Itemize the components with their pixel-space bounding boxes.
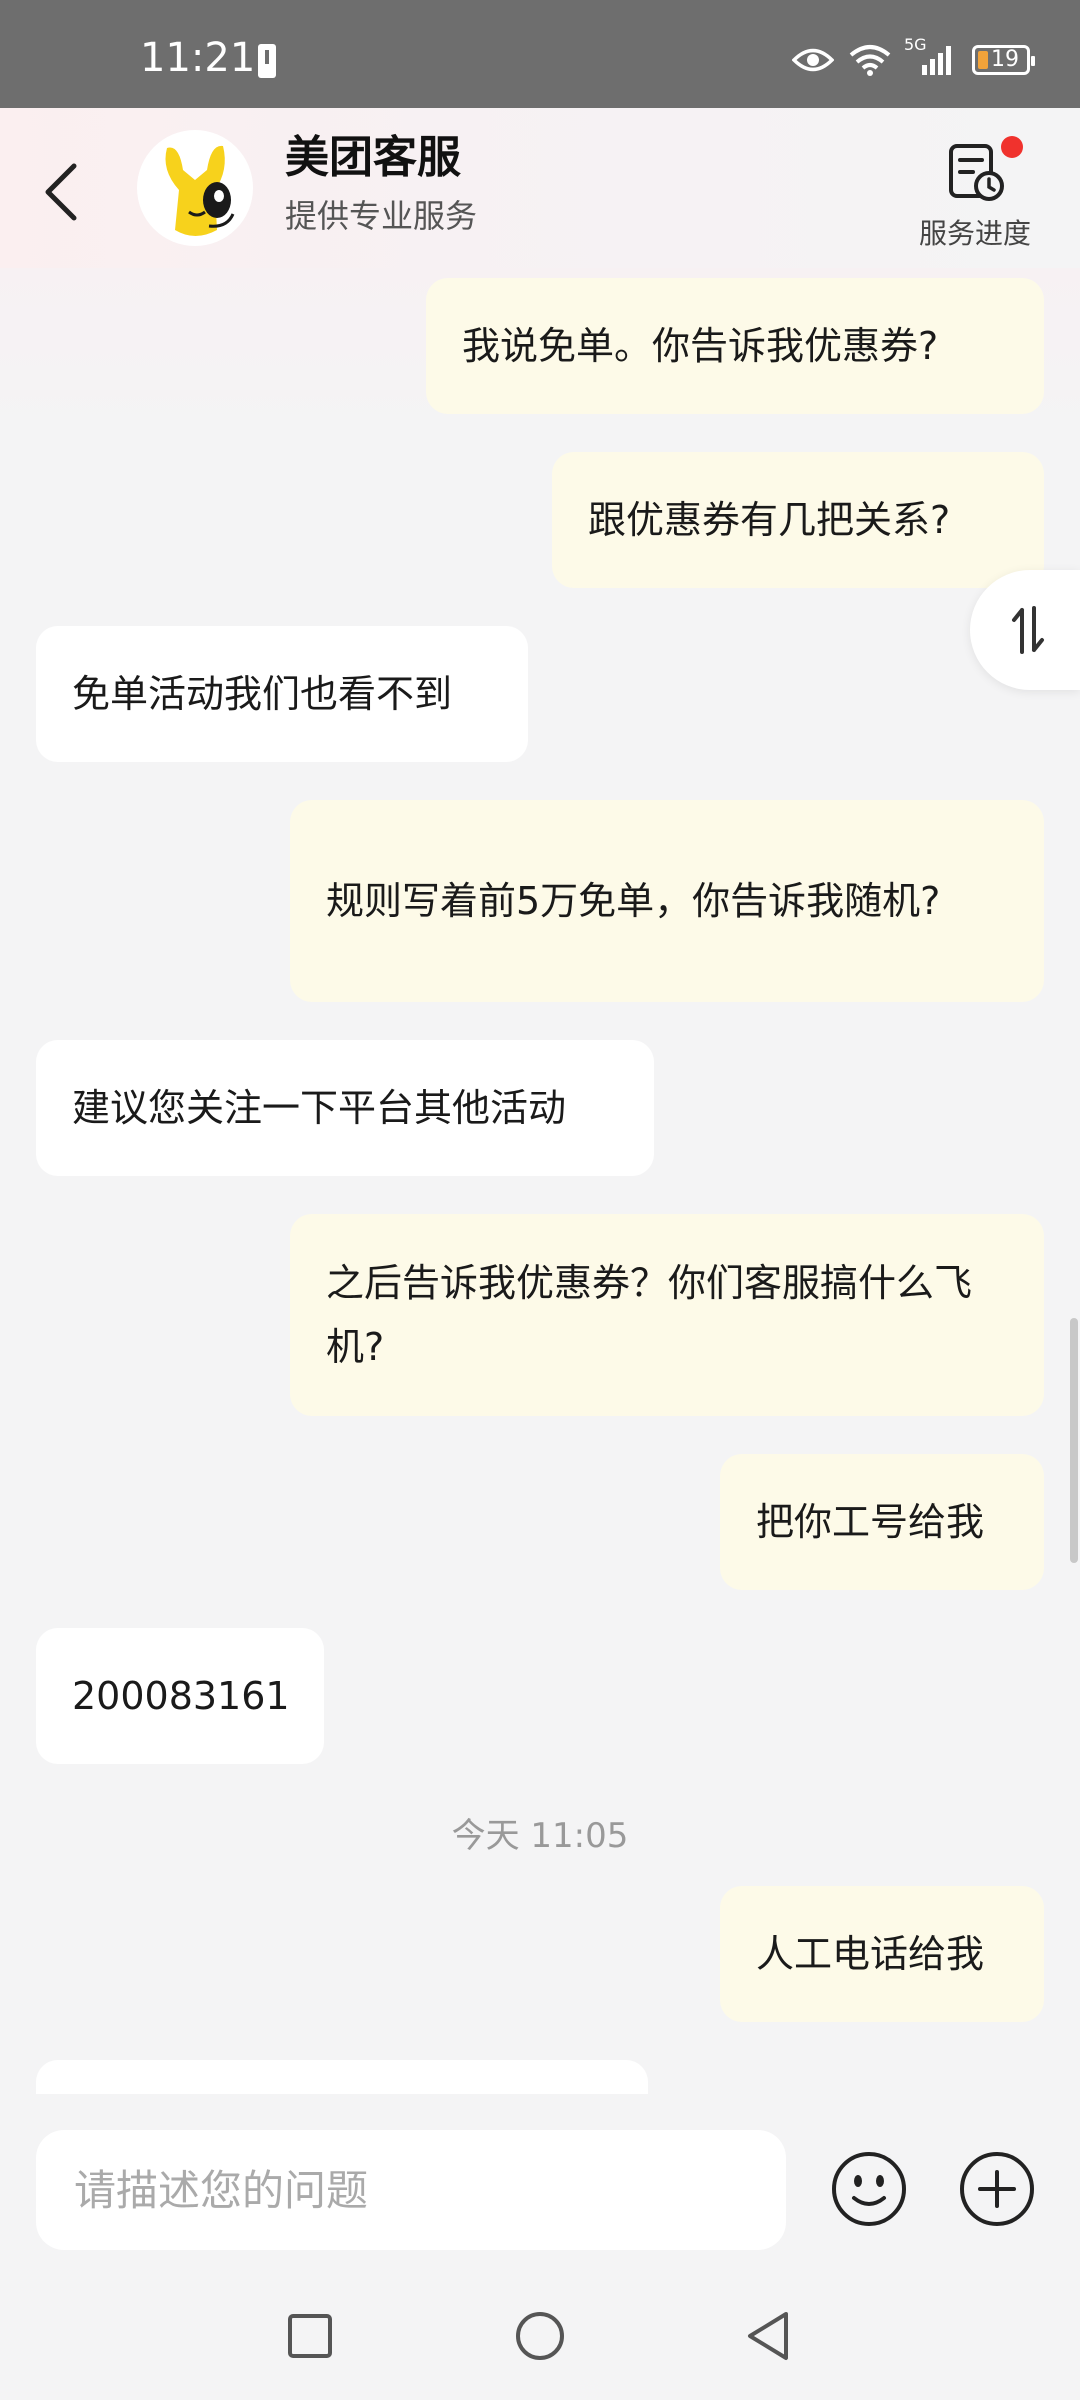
battery-icon: 19 xyxy=(972,45,1035,75)
message-text: 免单活动我们也看不到 xyxy=(72,672,453,716)
chevron-left-icon[interactable] xyxy=(38,162,88,222)
swap-vertical-icon xyxy=(1012,606,1044,654)
message-text: 跟优惠券有几把关系? xyxy=(588,498,951,542)
status-bar: 11:21 5G 19 xyxy=(0,0,1080,108)
message-text: 规则写着前5万免单，你告诉我随机? xyxy=(326,879,941,923)
scrollbar[interactable] xyxy=(1070,1318,1078,1563)
back-triangle-icon[interactable] xyxy=(744,2310,792,2362)
document-clock-icon xyxy=(949,144,1004,201)
message-text: 建议您关注一下平台其他活动 xyxy=(72,1086,567,1130)
scroll-swap-button[interactable] xyxy=(970,570,1080,690)
message-bubble-received-partial[interactable] xyxy=(36,2060,648,2094)
message-bubble-sent[interactable]: 把你工号给我 xyxy=(720,1454,1044,1590)
message-text: 我说免单。你告诉我优惠券? xyxy=(462,324,939,368)
message-bubble-sent[interactable]: 人工电话给我 xyxy=(720,1886,1044,2022)
alert-icon xyxy=(258,44,276,78)
message-bubble-received[interactable]: 建议您关注一下平台其他活动 xyxy=(36,1040,654,1176)
message-timestamp: 今天 11:05 xyxy=(451,1816,629,1856)
message-text: 之后告诉我优惠券？你们客服搞什么飞机? xyxy=(326,1261,973,1369)
avatar[interactable] xyxy=(137,130,253,246)
message-bubble-received[interactable]: 200083161 xyxy=(36,1628,324,1764)
signal-icon: 5G xyxy=(904,35,958,77)
message-bubble-sent[interactable]: 之后告诉我优惠券？你们客服搞什么飞机? xyxy=(290,1214,1044,1416)
service-progress-label: 服务进度 xyxy=(918,217,1031,250)
message-bubble-sent[interactable]: 跟优惠券有几把关系? xyxy=(552,452,1044,588)
input-bar xyxy=(0,2094,1080,2280)
eye-icon xyxy=(792,48,834,72)
message-input[interactable] xyxy=(36,2130,786,2250)
chat-area[interactable]: 我说免单。你告诉我优惠券? 跟优惠券有几把关系? 免单活动我们也看不到 规则写着… xyxy=(0,268,1080,2094)
plus-circle-icon[interactable] xyxy=(958,2150,1036,2228)
service-progress-button[interactable]: 服务进度 xyxy=(905,134,1045,254)
status-icons: 5G 19 xyxy=(792,35,1035,80)
notification-badge xyxy=(1001,136,1023,158)
message-text: 200083161 xyxy=(72,1674,290,1718)
page-title: 美团客服 xyxy=(285,132,461,183)
battery-level: 19 xyxy=(991,47,1019,72)
kangaroo-mascot-icon xyxy=(165,145,235,236)
message-text: 人工电话给我 xyxy=(756,1932,985,1976)
chat-header: 美团客服 提供专业服务 服务进度 xyxy=(0,108,1080,268)
wifi-icon xyxy=(849,45,891,76)
message-bubble-sent[interactable]: 规则写着前5万免单，你告诉我随机? xyxy=(290,800,1044,1002)
message-bubble-sent[interactable]: 我说免单。你告诉我优惠券? xyxy=(426,278,1044,414)
recent-apps-icon[interactable] xyxy=(286,2312,334,2360)
home-icon[interactable] xyxy=(514,2310,566,2362)
smiley-icon[interactable] xyxy=(830,2150,908,2228)
system-nav-bar xyxy=(0,2280,1080,2400)
page-subtitle: 提供专业服务 xyxy=(285,197,478,235)
message-text: 把你工号给我 xyxy=(756,1500,985,1544)
status-time: 11:21 xyxy=(140,35,256,81)
message-bubble-received[interactable]: 免单活动我们也看不到 xyxy=(36,626,528,762)
